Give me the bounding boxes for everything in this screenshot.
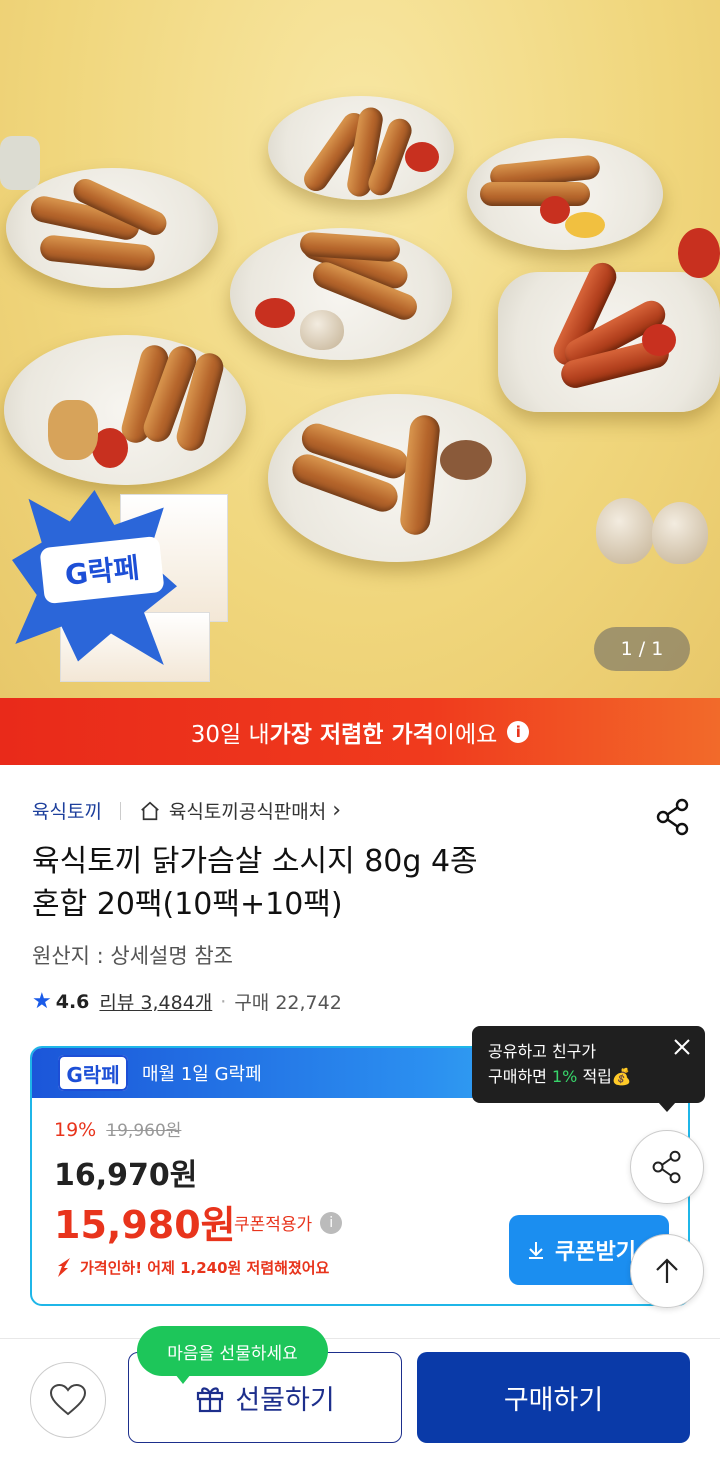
- reward-percent: 1%: [551, 1067, 578, 1086]
- download-icon: [529, 1242, 543, 1259]
- store-link[interactable]: 육식토끼공식판매처: [169, 797, 326, 824]
- star-icon: ★: [32, 989, 52, 1014]
- banner-text-post: 이에요: [433, 721, 498, 748]
- brand-link[interactable]: 육식토끼: [32, 797, 102, 824]
- purchase-count: 구매 22,742: [234, 992, 342, 1014]
- sale-price: 16,970원: [54, 1158, 198, 1193]
- sausage: [480, 182, 590, 206]
- buy-button[interactable]: 구매하기: [417, 1352, 690, 1443]
- lemon: [565, 212, 605, 238]
- wishlist-button[interactable]: [30, 1362, 106, 1438]
- mushroom: [440, 440, 492, 480]
- gift-button-label: 선물하기: [235, 1385, 335, 1416]
- discount-percent: 19%: [54, 1119, 97, 1141]
- gift-bubble-text: 마음을 선물하세요: [167, 1343, 298, 1364]
- garlic: [652, 502, 708, 564]
- info-icon[interactable]: i: [320, 1211, 343, 1234]
- red-pepper: [678, 228, 720, 278]
- garlic: [596, 498, 654, 564]
- tooltip-line2-pre: 구매하면: [488, 1067, 552, 1086]
- gift-icon: [197, 1386, 224, 1412]
- pickle-bowl: [0, 136, 40, 190]
- tomato: [405, 142, 439, 172]
- tooltip-line2-post: 적립💰: [577, 1067, 632, 1086]
- tomato: [642, 324, 676, 356]
- coupon-applied-text: 쿠폰적용가: [234, 1215, 313, 1235]
- share-floating-button[interactable]: [630, 1130, 704, 1204]
- arrow-up-icon: [656, 1258, 678, 1283]
- down-arrow-icon: [58, 1258, 70, 1277]
- product-title-line2: 혼합 20팩(10팩+10팩): [32, 887, 343, 922]
- divider: [119, 801, 121, 820]
- price-drop-notice: 가격인하! 어제 1,240원 저렴해졌어요: [54, 1256, 329, 1278]
- share-icon[interactable]: [655, 798, 691, 836]
- tooltip-line2: 구매하면 1% 적립💰: [488, 1064, 689, 1089]
- get-coupon-label: 쿠폰받기: [555, 1240, 636, 1265]
- event-label: 매월 1일 G락페: [142, 1064, 262, 1085]
- coupon-applied-label: 쿠폰적용가 i: [234, 1210, 343, 1235]
- g-rakpe-mini-badge: G락페: [58, 1055, 128, 1091]
- product-title: 육식토끼 닭가슴살 소시지 80g 4종 혼합 20팩(10팩+10팩): [32, 840, 592, 926]
- banner-text-bold: 가장 저렴한 가격: [269, 721, 434, 748]
- pepper: [255, 298, 295, 328]
- separator-dot: ·: [220, 990, 227, 1013]
- review-link[interactable]: 리뷰 3,484개: [99, 988, 212, 1015]
- heart-icon: [49, 1383, 87, 1416]
- info-icon[interactable]: i: [507, 720, 530, 743]
- chevron-right-icon: ›: [332, 798, 342, 823]
- g-rakpe-badge: G락페: [12, 490, 202, 670]
- close-icon[interactable]: [673, 1038, 691, 1056]
- image-counter: 1 / 1: [594, 627, 690, 671]
- share-reward-tooltip: 공유하고 친구가 구매하면 1% 적립💰: [472, 1026, 705, 1112]
- home-icon: [141, 801, 159, 820]
- coupon-price: 15,980원: [54, 1203, 236, 1247]
- banner-text-pre: 30일 내: [190, 721, 270, 748]
- garlic: [300, 310, 344, 350]
- share-icon: [652, 1150, 681, 1184]
- product-title-line1: 육식토끼 닭가슴살 소시지 80g 4종: [32, 844, 478, 879]
- potato: [48, 400, 98, 460]
- buy-button-label: 구매하기: [503, 1385, 604, 1416]
- origin-info: 원산지 : 상세설명 참조: [32, 944, 233, 968]
- rating-score: 4.6: [55, 990, 90, 1013]
- brand-row: 육식토끼 육식토끼공식판매처 ›: [32, 797, 341, 824]
- gift-promo-bubble: 마음을 선물하세요: [137, 1326, 328, 1384]
- price-drop-text: 가격인하! 어제 1,240원 저렴해졌어요: [80, 1258, 330, 1277]
- scroll-top-button[interactable]: [630, 1234, 704, 1308]
- rating-row: ★ 4.6 리뷰 3,484개 · 구매 22,742: [32, 988, 342, 1015]
- lowest-price-banner[interactable]: 30일 내 가장 저렴한 가격 이에요 i: [0, 698, 720, 765]
- product-hero-image[interactable]: G락페 1 / 1: [0, 0, 720, 698]
- bubble-tail: [175, 1374, 191, 1384]
- tooltip-tail: [658, 1102, 676, 1112]
- original-price: 19,960원: [106, 1121, 182, 1141]
- tooltip-line1: 공유하고 친구가: [488, 1042, 597, 1061]
- discount-row: 19% 19,960원: [54, 1116, 181, 1141]
